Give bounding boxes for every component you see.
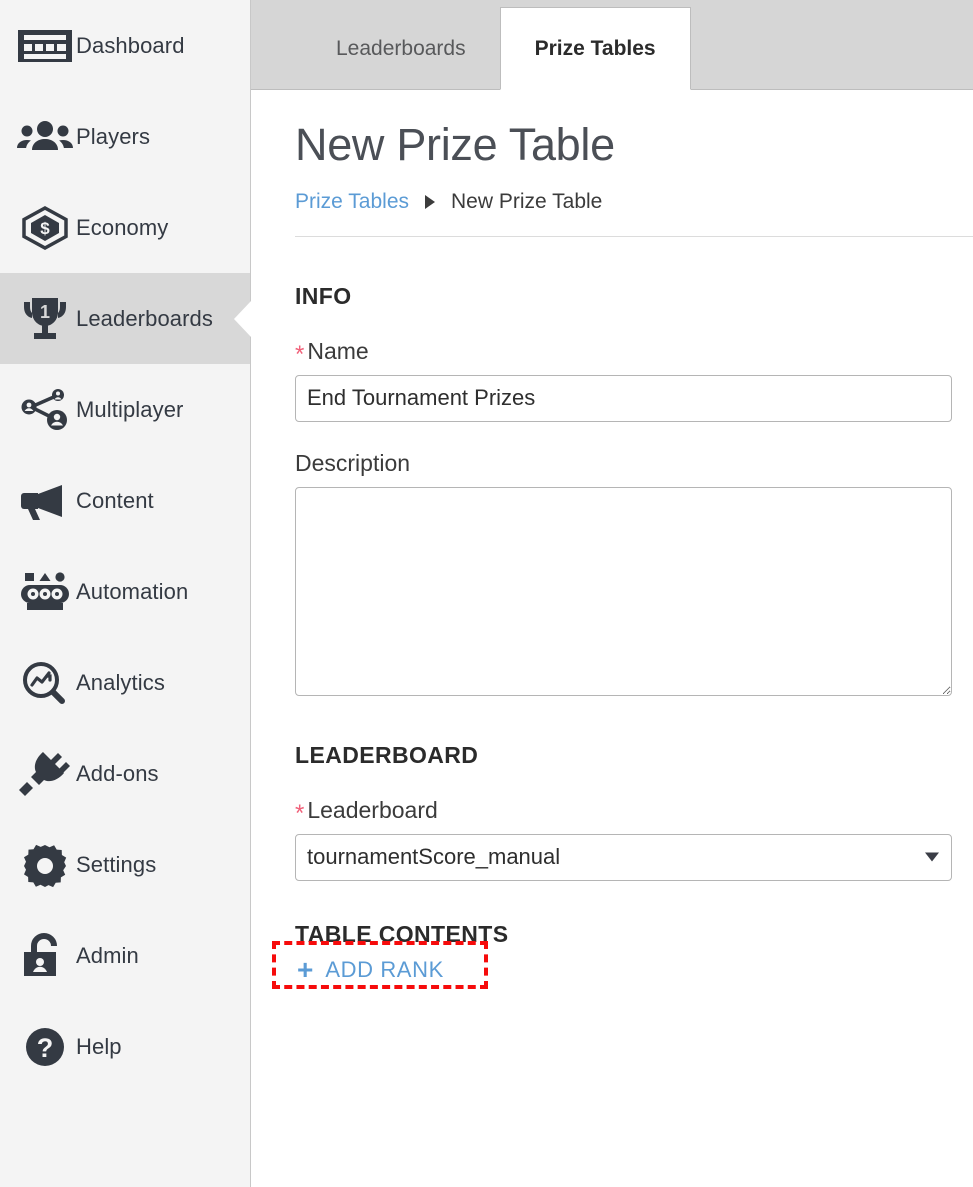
leaderboard-label: * Leaderboard: [295, 796, 952, 827]
breadcrumb-current: New Prize Table: [451, 189, 603, 213]
description-label-text: Description: [295, 449, 411, 476]
description-textarea[interactable]: [295, 486, 952, 696]
section-title-leaderboard: LEADERBOARD: [295, 741, 479, 768]
name-input[interactable]: [295, 374, 952, 422]
description-field-group: Description: [295, 450, 952, 696]
plug-icon: [14, 751, 76, 797]
sidebar-item-label: Economy: [76, 214, 169, 240]
section-title-table-contents: TABLE CONTENTS: [295, 920, 509, 947]
lock-user-icon: [14, 932, 76, 979]
players-icon: [14, 117, 76, 157]
tab-label: Leaderboards: [336, 37, 466, 60]
breadcrumb: Prize Tables New Prize Table: [295, 190, 973, 214]
multiplayer-icon: [14, 387, 76, 433]
sidebar-item-label: Help: [76, 1033, 122, 1059]
page-title: New Prize Table: [295, 119, 615, 170]
question-icon: ?: [14, 1024, 76, 1070]
caret-right-icon: [425, 194, 436, 209]
sidebar-item-economy[interactable]: $ Economy: [0, 182, 250, 273]
name-field-group: * Name: [295, 338, 952, 422]
prize-table-form: INFO * Name Description LEADERBOARD * Le…: [251, 283, 973, 990]
svg-text:1: 1: [40, 302, 50, 322]
section-title-info: INFO: [295, 282, 352, 309]
name-label: * Name: [295, 337, 952, 368]
required-marker: *: [295, 799, 305, 827]
add-rank-button[interactable]: + ADD RANK: [295, 950, 446, 990]
svg-text:$: $: [40, 219, 50, 238]
plus-icon: +: [297, 953, 314, 985]
sidebar-item-label: Settings: [76, 851, 157, 877]
sidebar-item-admin[interactable]: Admin: [0, 910, 250, 1001]
sidebar-item-label: Automation: [76, 578, 189, 604]
breadcrumb-link-prize-tables[interactable]: Prize Tables: [295, 190, 409, 214]
sidebar-item-label: Multiplayer: [76, 396, 184, 422]
sidebar-item-content[interactable]: Content: [0, 455, 250, 546]
tab-leaderboards[interactable]: Leaderboards: [302, 8, 500, 90]
sidebar-item-multiplayer[interactable]: Multiplayer: [0, 364, 250, 455]
tab-bar: Leaderboards Prize Tables: [251, 0, 973, 90]
sidebar-item-help[interactable]: ? Help: [0, 1001, 250, 1092]
name-label-text: Name: [307, 337, 369, 364]
leaderboard-select[interactable]: [295, 833, 952, 881]
page-header: New Prize Table Prize Tables New Prize T…: [251, 90, 973, 237]
sidebar-item-settings[interactable]: Settings: [0, 819, 250, 910]
add-rank-label: ADD RANK: [325, 956, 444, 982]
sidebar-item-label: Dashboard: [76, 32, 185, 58]
automation-icon: [14, 569, 76, 615]
required-marker: *: [295, 340, 305, 368]
sidebar-item-automation[interactable]: Automation: [0, 546, 250, 637]
svg-text:?: ?: [37, 1033, 54, 1063]
sidebar-item-add-ons[interactable]: Add-ons: [0, 728, 250, 819]
megaphone-icon: [14, 480, 76, 522]
header-divider: [295, 235, 973, 237]
main-content: Leaderboards Prize Tables New Prize Tabl…: [251, 0, 973, 1187]
sidebar-item-label: Leaderboards: [76, 305, 213, 331]
sidebar-item-dashboard[interactable]: Dashboard: [0, 0, 250, 91]
sidebar-item-leaderboards[interactable]: 1 Leaderboards: [0, 273, 250, 364]
leaderboard-label-text: Leaderboard: [307, 796, 438, 823]
sidebar-item-label: Content: [76, 487, 154, 513]
economy-icon: $: [14, 205, 76, 250]
sidebar-item-label: Add-ons: [76, 760, 159, 786]
tab-label: Prize Tables: [534, 36, 656, 60]
sidebar: Dashboard Players $ Economy 1 Leaderboar…: [0, 0, 251, 1187]
sidebar-item-players[interactable]: Players: [0, 91, 250, 182]
dashboard-icon: [14, 26, 76, 66]
leaderboard-field-group: * Leaderboard: [295, 797, 952, 881]
tab-prize-tables[interactable]: Prize Tables: [499, 7, 691, 90]
gear-icon: [14, 842, 76, 888]
trophy-icon: 1: [14, 295, 76, 343]
sidebar-item-analytics[interactable]: Analytics: [0, 637, 250, 728]
description-label: Description: [295, 450, 952, 477]
sidebar-item-label: Admin: [76, 942, 139, 968]
app-root: Dashboard Players $ Economy 1 Leaderboar…: [0, 0, 973, 1187]
leaderboard-select-wrapper: [295, 833, 952, 881]
magnifier-chart-icon: [14, 660, 76, 706]
sidebar-item-label: Players: [76, 123, 151, 149]
sidebar-item-label: Analytics: [76, 669, 165, 695]
add-rank-container: + ADD RANK: [272, 940, 488, 990]
